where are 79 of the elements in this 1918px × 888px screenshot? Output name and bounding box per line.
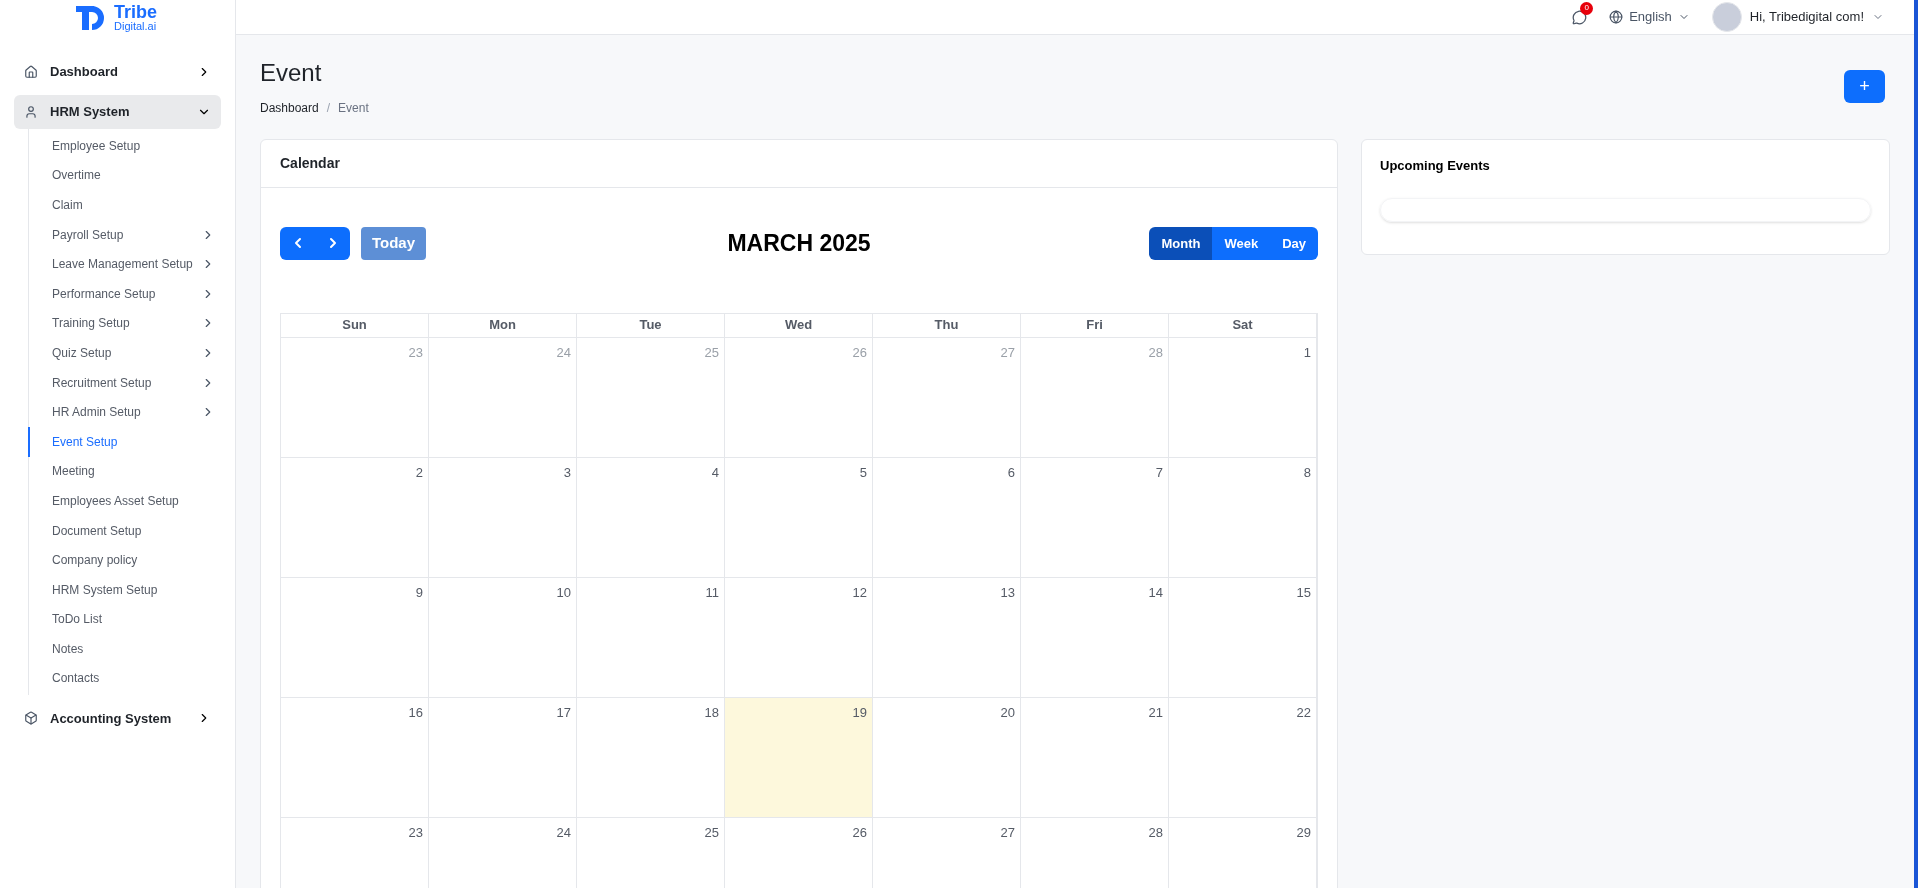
day-cell[interactable]: 12 — [725, 577, 873, 698]
day-cell[interactable]: 3 — [429, 457, 577, 578]
weekday-header: Fri — [1021, 313, 1169, 338]
add-button[interactable]: + — [1844, 70, 1885, 103]
weekday-header: Tue — [577, 313, 725, 338]
view-tab[interactable]: Month — [1149, 226, 1213, 260]
card-title: Calendar — [280, 154, 340, 173]
sidebar-item[interactable]: HRM System — [14, 95, 221, 129]
weekday-header: Sat — [1169, 313, 1317, 338]
day-cell[interactable]: 28 — [1021, 817, 1169, 888]
user-menu[interactable]: Hi, Tribedigital com! — [1711, 2, 1884, 32]
day-cell[interactable]: 9 — [281, 577, 429, 698]
view-tab[interactable]: Week — [1212, 226, 1271, 260]
day-cell[interactable]: 21 — [1021, 697, 1169, 818]
day-cell[interactable]: 7 — [1021, 457, 1169, 578]
weekday-header: Sun — [281, 313, 429, 338]
day-cell[interactable]: 4 — [577, 457, 725, 578]
day-cell[interactable]: 19 — [725, 697, 873, 818]
day-cell[interactable]: 22 — [1169, 697, 1317, 818]
submenu-item[interactable]: Company policy — [28, 545, 221, 575]
view-tab[interactable]: Day — [1270, 226, 1318, 260]
day-cell[interactable]: 25 — [577, 817, 725, 888]
day-cell[interactable]: 2 — [281, 457, 429, 578]
submenu-item[interactable]: Employees Asset Setup — [28, 486, 221, 516]
day-cell[interactable]: 27 — [873, 817, 1021, 888]
submenu-item[interactable]: Quiz Setup — [28, 338, 221, 368]
submenu-item[interactable]: HRM System Setup — [28, 574, 221, 605]
day-cell[interactable]: 13 — [873, 577, 1021, 698]
submenu-item[interactable]: Employee Setup — [28, 131, 221, 161]
logo-name: Tribe — [114, 3, 157, 21]
submenu-item[interactable]: Overtime — [28, 160, 221, 191]
submenu-item[interactable]: Payroll Setup — [28, 219, 221, 250]
day-cell[interactable]: 20 — [873, 697, 1021, 818]
submenu-item[interactable]: Recruitment Setup — [28, 367, 221, 398]
day-cell[interactable]: 1 — [1169, 337, 1317, 458]
sidebar-item[interactable]: Dashboard — [14, 55, 221, 89]
day-cell[interactable]: 8 — [1169, 457, 1317, 578]
day-cell[interactable]: 10 — [429, 577, 577, 698]
logo-subname: Digital.ai — [114, 21, 157, 32]
day-cell[interactable]: 5 — [725, 457, 873, 578]
submenu-item[interactable]: Performance Setup — [28, 278, 221, 309]
day-cell[interactable]: 23 — [281, 817, 429, 888]
day-cell[interactable]: 14 — [1021, 577, 1169, 698]
sidebar-item[interactable]: Accounting System — [14, 701, 221, 736]
submenu-item[interactable]: HR Admin Setup — [28, 397, 221, 427]
menu-icon — [24, 65, 38, 79]
menu-icon — [24, 711, 38, 726]
day-cell[interactable]: 17 — [429, 697, 577, 818]
submenu-item[interactable]: Claim — [28, 190, 221, 220]
breadcrumb-link[interactable]: Dashboard — [260, 99, 319, 117]
page-title: Event — [260, 58, 323, 88]
submenu-item[interactable]: Leave Management Setup — [28, 249, 221, 279]
weekday-header: Mon — [429, 313, 577, 338]
submenu-item[interactable]: ToDo List — [28, 604, 221, 635]
submenu-item[interactable]: Document Setup — [28, 515, 221, 546]
breadcrumb-separator: / — [326, 100, 331, 117]
day-cell[interactable]: 16 — [281, 697, 429, 818]
day-cell[interactable]: 29 — [1169, 817, 1317, 888]
day-cell[interactable]: 15 — [1169, 577, 1317, 698]
day-cell[interactable]: 24 — [429, 817, 577, 888]
submenu-item[interactable]: Event Setup — [28, 426, 221, 457]
message-icon[interactable] — [1572, 9, 1588, 25]
submenu-item[interactable]: Notes — [28, 634, 221, 664]
weekday-header: Thu — [873, 313, 1021, 338]
day-cell[interactable]: 11 — [577, 577, 725, 698]
day-cell[interactable]: 6 — [873, 457, 1021, 578]
submenu-item[interactable]: Training Setup — [28, 308, 221, 339]
month-title: MARCH 2025 — [727, 229, 871, 258]
next-button[interactable] — [315, 226, 350, 260]
submenu-item[interactable]: Contacts — [28, 663, 221, 694]
notification-badge: 0 — [1580, 1, 1594, 15]
previous-button[interactable] — [280, 226, 315, 260]
globe-icon — [1609, 10, 1624, 24]
day-cell[interactable]: 26 — [725, 817, 873, 888]
weekday-header: Wed — [725, 313, 873, 338]
card-title: Upcoming Events — [1380, 157, 1491, 175]
menu-icon — [24, 105, 38, 119]
language-selector[interactable]: English — [1609, 7, 1690, 27]
submenu-item[interactable]: Meeting — [28, 456, 221, 487]
